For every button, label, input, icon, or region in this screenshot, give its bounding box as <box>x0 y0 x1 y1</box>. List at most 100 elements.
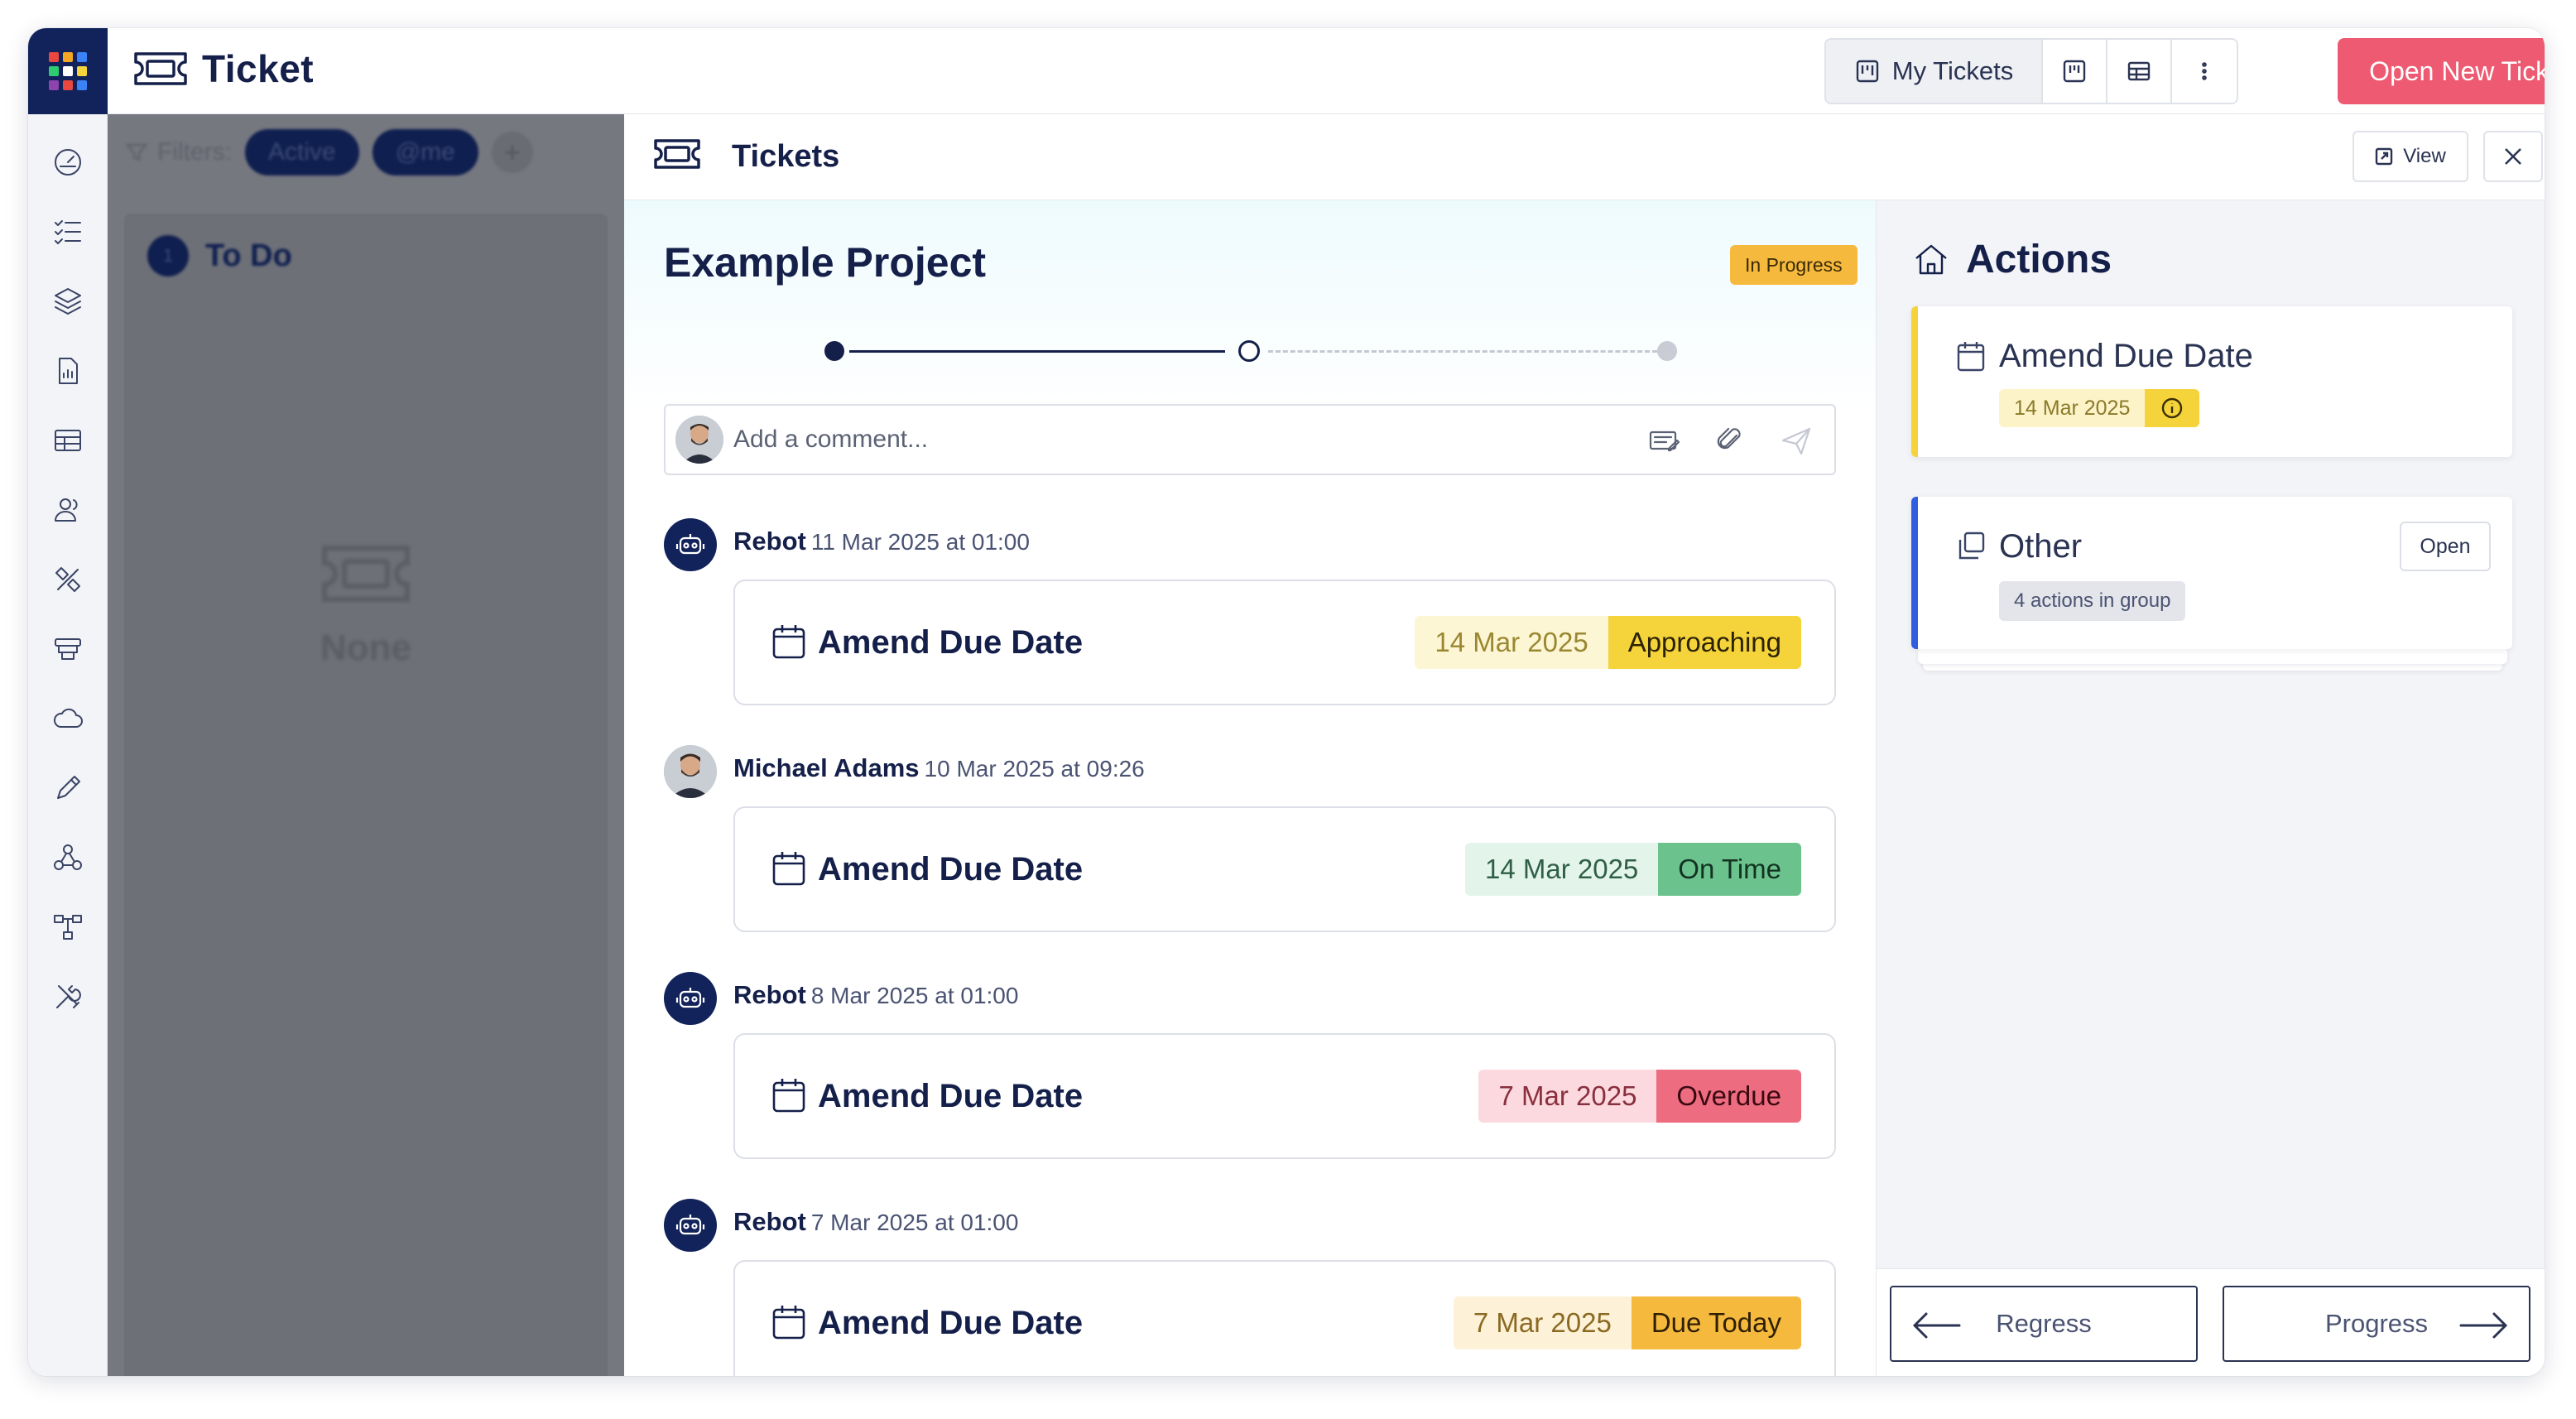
empty-state: None <box>124 536 608 669</box>
filters-label: Filters: <box>124 138 232 166</box>
filter-chip-active[interactable]: Active <box>245 129 359 176</box>
report-document-icon[interactable] <box>50 353 86 389</box>
board-column: 1 To Do None <box>124 214 608 1376</box>
calendar-icon <box>771 1303 806 1341</box>
dashboard-gauge-icon[interactable] <box>50 144 86 180</box>
due-date-change-card[interactable]: Amend Due Date 14 Mar 2025 On Time <box>733 806 1836 932</box>
filter-chip-me[interactable]: @me <box>372 129 478 176</box>
action-group-title: Other <box>1999 528 2083 565</box>
action-card-other-group[interactable]: Other 4 actions in group Open <box>1911 497 2512 649</box>
actions-title: Actions <box>1966 238 2112 281</box>
step-connector-pending <box>1268 350 1657 353</box>
due-date-change-card[interactable]: Amend Due Date 14 Mar 2025 Approaching <box>733 580 1836 705</box>
step-connector-complete <box>849 350 1225 353</box>
users-icon[interactable] <box>50 492 86 528</box>
due-status-badge: Due Today <box>1631 1296 1801 1349</box>
app-tile <box>77 80 87 90</box>
wrench-screwdriver-icon[interactable] <box>50 979 86 1015</box>
bot-avatar-icon <box>664 518 717 571</box>
arrow-left-icon <box>1913 1312 1961 1339</box>
actions-sidebar: Actions Amend Due Date 14 Mar 2025 Other… <box>1876 200 2545 1376</box>
table-view-button[interactable] <box>2107 40 2172 103</box>
app-launcher-button[interactable] <box>28 28 108 114</box>
checklist-icon[interactable] <box>50 214 86 250</box>
user-avatar <box>675 416 723 464</box>
ticket-panel: Tickets View Example Project In Progress <box>624 114 2545 1376</box>
app-tile <box>49 52 59 62</box>
more-options-button[interactable] <box>2172 40 2237 103</box>
table-icon <box>2127 61 2151 81</box>
attachment-icon[interactable] <box>1713 424 1747 461</box>
board-icon <box>1856 60 1878 83</box>
entry-timestamp: 11 Mar 2025 at 01:00 <box>810 529 1030 555</box>
layers-icon[interactable] <box>50 283 86 320</box>
app-tile <box>77 52 87 62</box>
board-view-button[interactable] <box>2043 40 2107 103</box>
actions-header: Actions <box>1911 237 2112 282</box>
formatting-icon[interactable] <box>1647 424 1680 461</box>
comment-box <box>664 404 1836 475</box>
feed-entry: Rebot 7 Mar 2025 at 01:00 Amend Due Date 7 … <box>664 1199 1836 1376</box>
card-title: Amend Due Date <box>818 624 1084 661</box>
due-date-change-card[interactable]: Amend Due Date 7 Mar 2025 Due Today <box>733 1260 1836 1376</box>
calendar-icon <box>771 1076 806 1114</box>
entry-timestamp: 7 Mar 2025 at 01:00 <box>810 1210 1019 1235</box>
action-date: 14 Mar 2025 <box>1999 389 2146 427</box>
add-filter-button[interactable]: + <box>491 132 533 173</box>
step-3-pending <box>1657 341 1677 361</box>
external-link-icon <box>2376 147 2393 166</box>
regress-button[interactable]: Regress <box>1890 1286 2198 1362</box>
view-button[interactable]: View <box>2353 131 2468 182</box>
stack-trays-icon[interactable] <box>50 631 86 667</box>
card-title: Amend Due Date <box>818 1078 1084 1114</box>
info-icon[interactable] <box>2145 389 2200 427</box>
app-tile <box>63 66 73 76</box>
ticket-icon <box>652 136 702 174</box>
empty-label: None <box>320 628 411 668</box>
close-icon <box>2505 148 2521 165</box>
brand: Ticket <box>131 46 314 91</box>
ticket-board-backdrop: Filters: Active @me + 1 To Do None <box>108 114 624 1376</box>
open-group-button[interactable]: Open <box>2400 522 2491 571</box>
due-date-value: 14 Mar 2025 <box>1415 616 1608 669</box>
project-title: Example Project <box>664 239 987 286</box>
step-1-complete <box>824 341 844 361</box>
tools-ruler-icon[interactable] <box>50 561 86 598</box>
filter-icon <box>125 143 148 161</box>
bot-avatar-icon <box>664 1199 717 1252</box>
app-tile <box>63 52 73 62</box>
feed-entry: Michael Adams 10 Mar 2025 at 09:26 Amend D… <box>664 745 1836 972</box>
progress-stepper <box>824 338 1677 363</box>
open-new-ticket-button[interactable]: Open New Ticket <box>2338 38 2545 104</box>
left-rail <box>28 28 108 1376</box>
cloud-icon[interactable] <box>50 700 86 737</box>
close-panel-button[interactable] <box>2483 131 2543 182</box>
progress-button[interactable]: Progress <box>2223 1286 2530 1362</box>
due-date-tag: 14 Mar 2025 On Time <box>1465 843 1801 896</box>
copy-group-icon <box>1956 530 1986 563</box>
step-2-current <box>1238 340 1260 362</box>
action-card-amend-due-date[interactable]: Amend Due Date 14 Mar 2025 <box>1911 306 2512 457</box>
webhook-icon[interactable] <box>50 839 86 876</box>
due-date-tag: 14 Mar 2025 Approaching <box>1415 616 1801 669</box>
due-date-value: 14 Mar 2025 <box>1465 843 1659 896</box>
hierarchy-icon[interactable] <box>50 909 86 945</box>
table-icon[interactable] <box>50 422 86 459</box>
home-icon <box>1915 244 1947 274</box>
view-label: View <box>2403 145 2446 167</box>
due-date-change-card[interactable]: Amend Due Date 7 Mar 2025 Overdue <box>733 1033 1836 1159</box>
calendar-icon <box>771 849 806 887</box>
pen-icon[interactable] <box>50 770 86 806</box>
top-bar: Ticket My Tickets Open New Ticket <box>108 28 2545 114</box>
arrow-right-icon <box>2459 1312 2507 1339</box>
my-tickets-view-button[interactable]: My Tickets <box>1826 40 2043 103</box>
app-tile <box>77 66 87 76</box>
send-icon[interactable] <box>1780 424 1813 461</box>
column-header: 1 To Do <box>147 235 292 277</box>
filter-bar: Filters: Active @me + <box>124 129 533 176</box>
comment-input[interactable] <box>733 419 1611 460</box>
feed-entry: Rebot 11 Mar 2025 at 01:00 Amend Due Date 1… <box>664 518 1836 745</box>
entry-author: Rebot <box>733 527 806 556</box>
entry-header: Rebot 7 Mar 2025 at 01:00 <box>733 1207 1018 1237</box>
calendar-icon <box>771 623 806 661</box>
